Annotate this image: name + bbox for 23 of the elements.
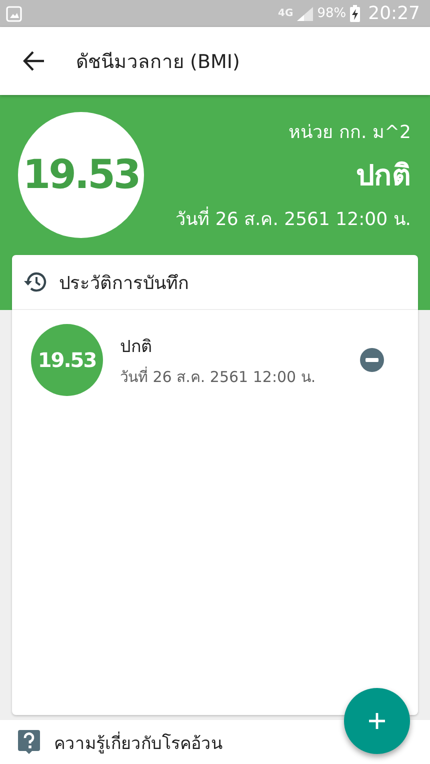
clock: 20:27	[368, 3, 420, 24]
back-arrow-icon[interactable]	[23, 51, 45, 71]
unit-label: หน่วย กก. ม^2	[288, 121, 411, 145]
help-icon	[18, 730, 40, 754]
page-title: ดัชนีมวลกาย (BMI)	[76, 50, 240, 75]
history-title: ประวัติการบันทึก	[59, 272, 189, 296]
record-date: วันที่ 26 ส.ค. 2561 12:00 น.	[176, 204, 411, 233]
remove-icon[interactable]	[360, 348, 384, 372]
image-icon	[6, 6, 22, 22]
signal-icon	[297, 6, 314, 20]
history-icon	[23, 271, 47, 293]
entry-date: วันที่ 26 ส.ค. 2561 12:00 น.	[120, 366, 317, 388]
battery-charging-icon	[350, 5, 360, 22]
entry-status: ปกติ	[120, 336, 153, 358]
network-label: 4G	[278, 8, 294, 19]
battery-label: 98%	[317, 6, 346, 21]
bmi-value: 19.53	[22, 152, 140, 198]
footer-bar[interactable]: ความรู้เกี่ยวกับโรคอ้วน	[0, 720, 430, 764]
bmi-badge: 19.53	[31, 324, 103, 396]
obesity-info-link: ความรู้เกี่ยวกับโรคอ้วน	[54, 730, 223, 756]
bmi-status: ปกติ	[356, 157, 411, 194]
history-entry[interactable]: 19.53 ปกติ วันที่ 26 ส.ค. 2561 12:00 น.	[12, 310, 418, 410]
plus-icon	[369, 713, 385, 729]
